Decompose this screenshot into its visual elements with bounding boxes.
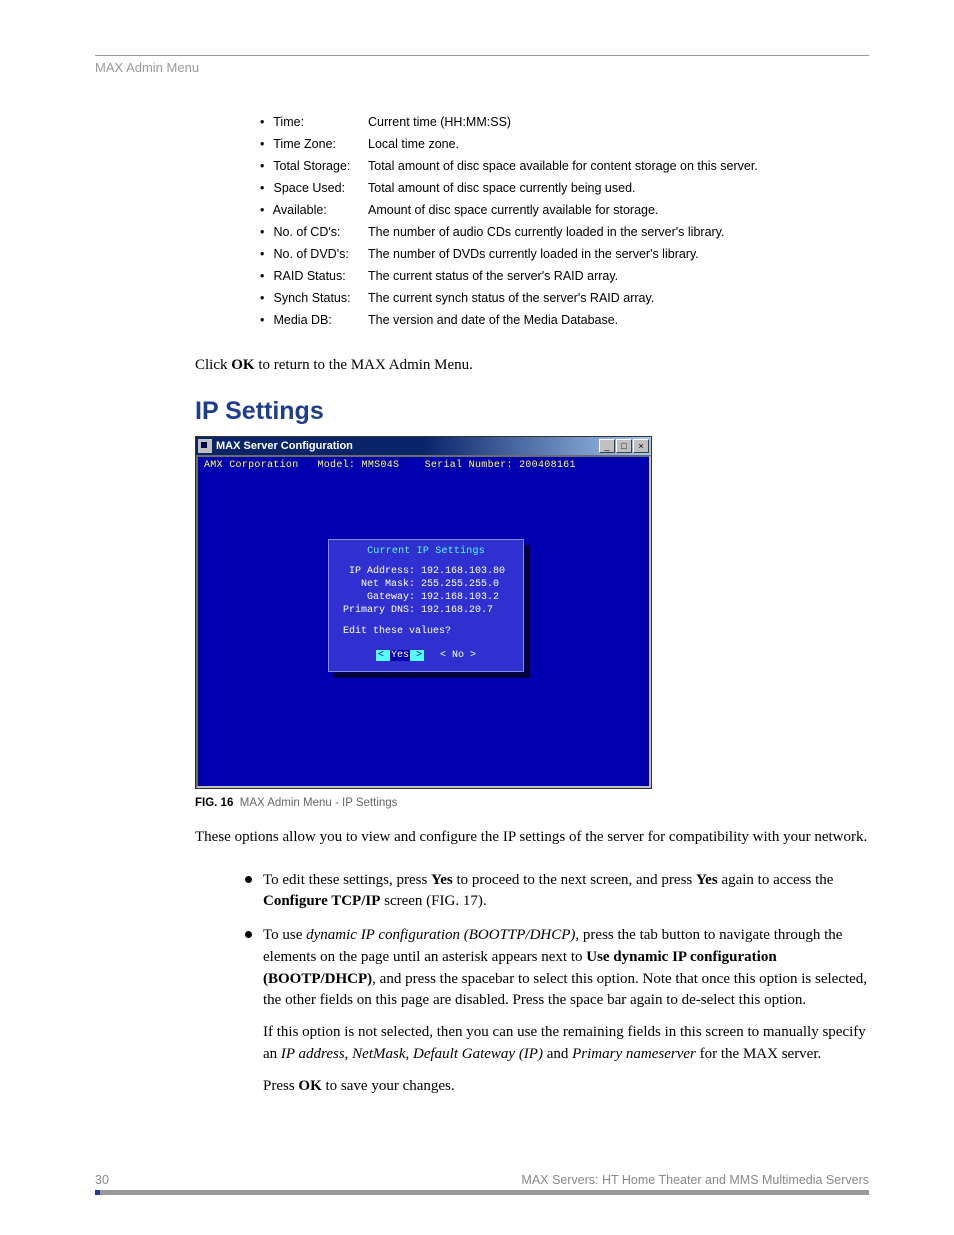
- dialog-row-netmask: Net Mask: 255.255.255.0: [337, 578, 515, 591]
- def-row: • Time Zone:Local time zone.: [260, 137, 869, 151]
- def-row: • Media DB:The version and date of the M…: [260, 313, 869, 327]
- paragraph-intro: These options allow you to view and conf…: [195, 827, 869, 847]
- followup-paragraph: If this option is not selected, then you…: [263, 1022, 869, 1066]
- def-desc: The number of audio CDs currently loaded…: [368, 225, 869, 239]
- instruction-list: To edit these settings, press Yes to pro…: [245, 870, 869, 1098]
- definitions-list: • Time:Current time (HH:MM:SS) • Time Zo…: [260, 115, 869, 327]
- def-term: No. of CD's:: [273, 225, 340, 239]
- terminal-body: AMX Corporation Model: MMS04S Serial Num…: [196, 455, 651, 788]
- def-desc: Total amount of disc space available for…: [368, 159, 869, 173]
- def-row: • No. of CD's:The number of audio CDs cu…: [260, 225, 869, 239]
- list-item: To edit these settings, press Yes to pro…: [245, 870, 869, 914]
- terminal-header-line: AMX Corporation Model: MMS04S Serial Num…: [198, 457, 649, 471]
- header-rule: [95, 55, 869, 56]
- dialog-row-ip: IP Address: 192.168.103.80: [337, 565, 515, 578]
- footer-rule: [95, 1190, 869, 1195]
- def-term: Time:: [273, 115, 304, 129]
- def-desc: Total amount of disc space currently bei…: [368, 181, 869, 195]
- window-titlebar: MAX Server Configuration _ □ ×: [196, 437, 651, 455]
- def-term: Time Zone:: [273, 137, 336, 151]
- app-icon: [198, 439, 212, 453]
- def-term: Available:: [273, 203, 327, 217]
- ip-settings-dialog: Current IP Settings IP Address: 192.168.…: [328, 539, 524, 672]
- screenshot-window: MAX Server Configuration _ □ × AMX Corpo…: [195, 436, 652, 789]
- def-row: • RAID Status:The current status of the …: [260, 269, 869, 283]
- no-button[interactable]: < No >: [440, 650, 476, 661]
- maximize-button[interactable]: □: [616, 439, 632, 453]
- dialog-title: Current IP Settings: [337, 546, 515, 557]
- def-row: • Synch Status:The current synch status …: [260, 291, 869, 305]
- def-desc: The current status of the server's RAID …: [368, 269, 869, 283]
- def-term: Media DB:: [273, 313, 331, 327]
- paragraph-click-ok: Click OK to return to the MAX Admin Menu…: [195, 355, 869, 375]
- dialog-prompt: Edit these values?: [337, 625, 515, 638]
- def-row: • Space Used:Total amount of disc space …: [260, 181, 869, 195]
- def-row: • Available:Amount of disc space current…: [260, 203, 869, 217]
- def-desc: Current time (HH:MM:SS): [368, 115, 869, 129]
- def-desc: The version and date of the Media Databa…: [368, 313, 869, 327]
- def-row: • No. of DVD's:The number of DVDs curren…: [260, 247, 869, 261]
- def-term: Space Used:: [273, 181, 345, 195]
- def-term: Total Storage:: [273, 159, 350, 173]
- def-term: Synch Status:: [273, 291, 350, 305]
- followup-paragraph: Press OK to save your changes.: [263, 1076, 869, 1098]
- minimize-button[interactable]: _: [599, 439, 615, 453]
- page-footer: 30 MAX Servers: HT Home Theater and MMS …: [95, 1173, 869, 1195]
- dialog-row-gateway: Gateway: 192.168.103.2: [337, 591, 515, 604]
- def-desc: Amount of disc space currently available…: [368, 203, 869, 217]
- dialog-row-dns: Primary DNS: 192.168.20.7: [337, 604, 515, 617]
- def-term: RAID Status:: [273, 269, 345, 283]
- def-desc: The current synch status of the server's…: [368, 291, 869, 305]
- heading-ip-settings: IP Settings: [195, 397, 869, 426]
- def-desc: Local time zone.: [368, 137, 869, 151]
- def-term: No. of DVD's:: [273, 247, 348, 261]
- window-title: MAX Server Configuration: [216, 440, 599, 452]
- def-row: • Total Storage:Total amount of disc spa…: [260, 159, 869, 173]
- page-number: 30: [95, 1173, 109, 1187]
- header-section: MAX Admin Menu: [95, 60, 869, 75]
- yes-button[interactable]: < Yes >: [376, 650, 424, 661]
- footer-title: MAX Servers: HT Home Theater and MMS Mul…: [521, 1173, 869, 1187]
- figure-caption: FIG. 16 MAX Admin Menu - IP Settings: [195, 797, 869, 809]
- def-row: • Time:Current time (HH:MM:SS): [260, 115, 869, 129]
- def-desc: The number of DVDs currently loaded in t…: [368, 247, 869, 261]
- list-item: To use dynamic IP configuration (BOOTTP/…: [245, 925, 869, 1097]
- close-button[interactable]: ×: [633, 439, 649, 453]
